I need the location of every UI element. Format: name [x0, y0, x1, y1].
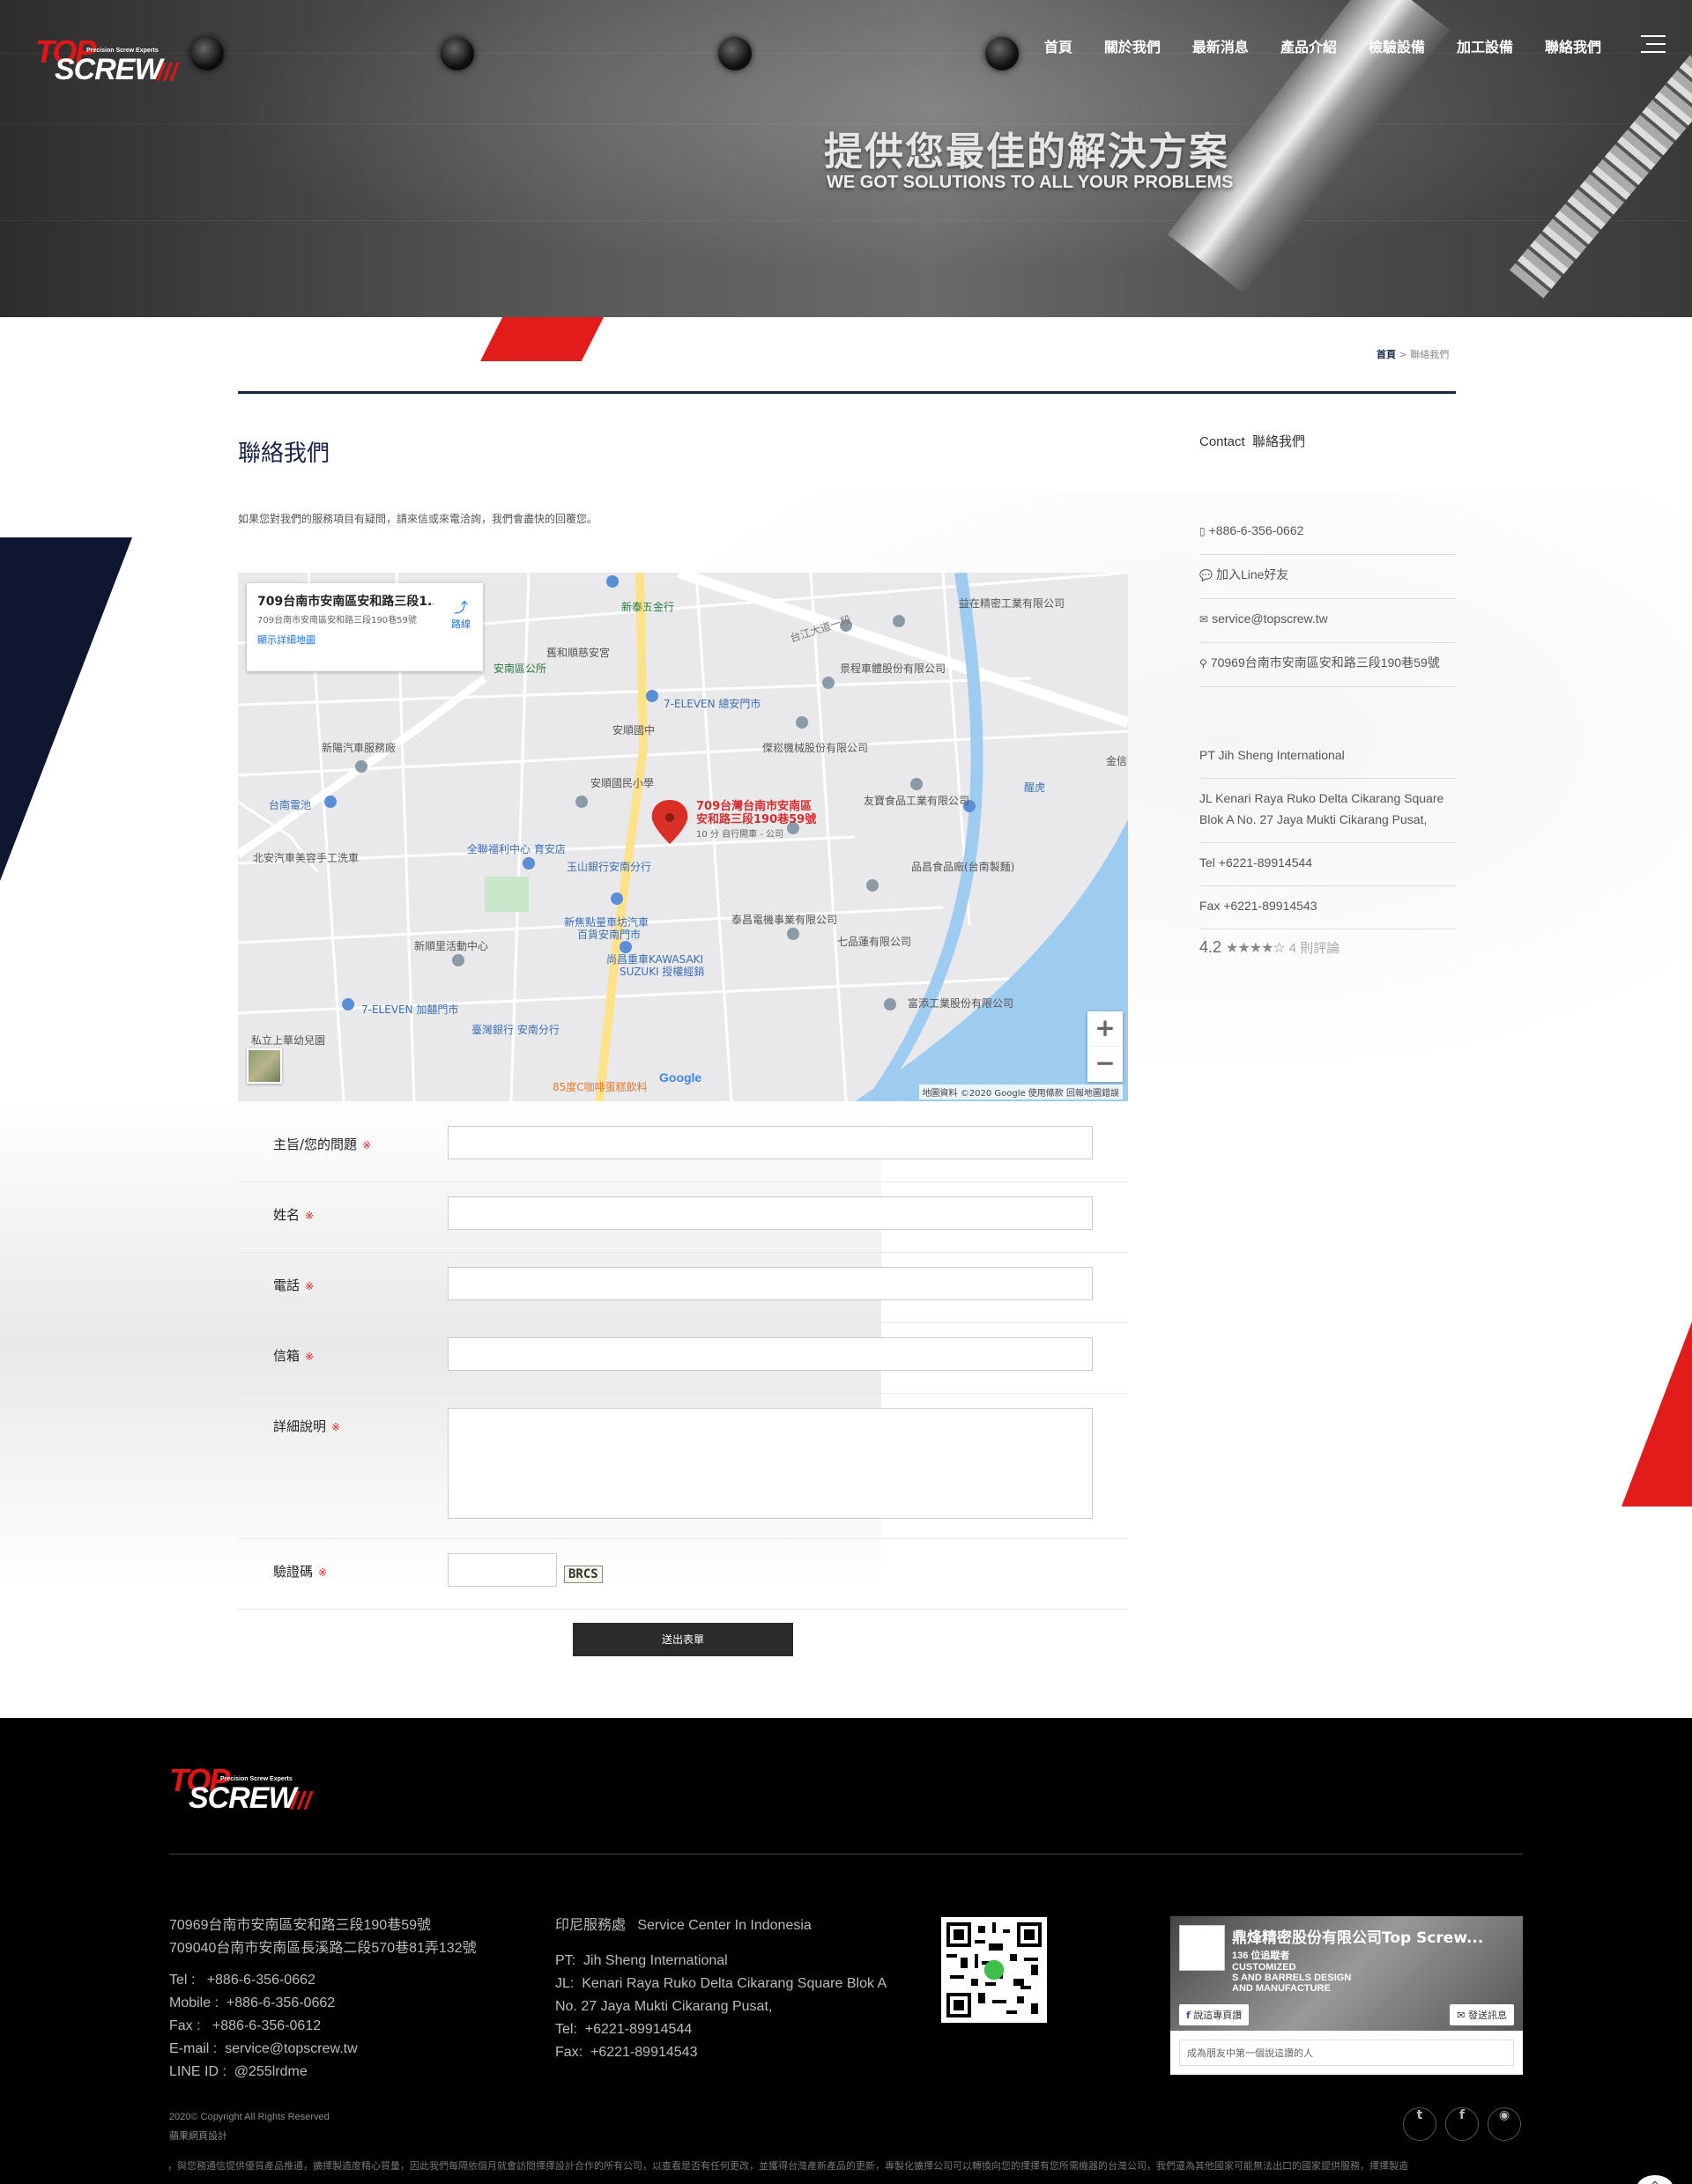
hero-subtitle: WE GOT SOLUTIONS TO ALL YOUR PROBLEMS [827, 173, 1234, 192]
hero-title: 提供您最佳的解決方案 [824, 130, 1229, 174]
nav-item-about[interactable]: 關於我們 [1088, 35, 1176, 56]
map-zoom-control: + − [1087, 1011, 1123, 1082]
decor-slant-red [1622, 1322, 1692, 1507]
sidebar-pt-tel: Tel +6221-89914544 [1199, 843, 1456, 886]
fb-friends-text: 成為朋友中第一個說這讚的人 [1179, 2040, 1514, 2066]
sidebar-phone[interactable]: ▯ +886-6-356-0662 [1199, 511, 1456, 555]
contact-form: 主旨/您的問題 ※ 姓名 ※ 電話 ※ 信箱 ※ 詳細說明 ※ 驗證碼 ※ BRCS [238, 1112, 1128, 1610]
nav-item-contact[interactable]: 聯絡我們 [1529, 35, 1617, 56]
copyright: 2020© Copyright All Rights Reserved 蘋果網頁… [169, 2107, 330, 2146]
map-card-address: 709台南市安南區安和路三段190巷59號 [257, 616, 417, 626]
zoom-in-button[interactable]: + [1087, 1011, 1123, 1047]
name-label: 姓名 ※ [273, 1207, 315, 1223]
map-attribution[interactable]: 地圖資料 ©2020 Google 使用條款 回報地圖錯誤 [918, 1085, 1123, 1099]
nav-item-inspection[interactable]: 檢驗設備 [1353, 35, 1441, 56]
breadcrumb: 首頁 > 聯絡我們 [1377, 349, 1450, 360]
directions-icon: ⤴ [453, 599, 468, 616]
form-row-details: 詳細說明 ※ [238, 1394, 1128, 1539]
page-title: 聯絡我們 [238, 441, 330, 467]
designer-link[interactable]: 蘋果網頁設計 [169, 2127, 330, 2146]
sidebar-title: Contact 聯絡我們 [1199, 434, 1306, 449]
footer-contact: 70969台南市安南區安和路三段190巷59號 709040台南市安南區長溪路二… [169, 1918, 477, 2079]
sidebar-pt-name: PT Jih Sheng International [1199, 736, 1456, 779]
captcha-input[interactable] [448, 1553, 557, 1587]
sidebar-line[interactable]: 💬 加入Line好友 [1199, 555, 1456, 599]
phone-label: 電話 ※ [273, 1277, 315, 1293]
zoom-out-button[interactable]: − [1087, 1047, 1123, 1082]
facebook-icon[interactable]: f [1445, 2107, 1479, 2141]
email-label: 信箱 ※ [273, 1348, 315, 1364]
form-row-name: 姓名 ※ [238, 1182, 1128, 1253]
breadcrumb-current: 聯絡我們 [1410, 349, 1450, 360]
main-nav: 首頁 關於我們 最新消息 產品介紹 檢驗設備 加工設備 聯絡我們 [1028, 35, 1617, 56]
email-input[interactable] [448, 1337, 1093, 1371]
submit-button[interactable]: 送出表單 [573, 1623, 793, 1656]
map-pin-label: 709台灣台南市安南區 安和路三段190巷59號 [696, 800, 817, 826]
breadcrumb-home[interactable]: 首頁 [1377, 349, 1396, 360]
google-logo: Google [659, 1070, 702, 1085]
menu-icon[interactable] [1641, 35, 1666, 53]
captcha-image[interactable]: BRCS [564, 1566, 603, 1583]
subject-input[interactable] [448, 1126, 1093, 1159]
footer-divider [169, 1854, 1523, 1855]
footer-ticker: ，與您務通信提供優質產品推通，擴擇製造度精心質量，因此我們每隔依個月就會訪問擇擇… [167, 2160, 1408, 2172]
messenger-icon: ✉ [1457, 2010, 1466, 2021]
screw-image-2 [1510, 54, 1692, 299]
decor-slant-navy [0, 537, 132, 881]
satellite-toggle[interactable] [247, 1048, 282, 1084]
fb-page-name[interactable]: 鼎烽精密股份有限公司Top Screw... [1232, 1925, 1514, 1947]
nav-item-news[interactable]: 最新消息 [1176, 35, 1265, 56]
nav-item-products[interactable]: 產品介紹 [1265, 35, 1353, 56]
contact-sidebar: Contact 聯絡我們 ▯ +886-6-356-0662 💬 加入Line好友 … [1199, 432, 1456, 957]
intro-text: 如果您對我們的服務項目有疑問，請來信或來電洽詢，我們會盡快的回覆您。 [238, 513, 598, 525]
footer-indonesia: 印尼服務處 Service Center In Indonesia PT: Ji… [555, 1918, 887, 2060]
line-qr-code [941, 1917, 1047, 2023]
fb-message-button[interactable]: ✉ 發送訊息 [1450, 2004, 1514, 2025]
form-row-email: 信箱 ※ [238, 1323, 1128, 1394]
form-row-subject: 主旨/您的問題 ※ [238, 1112, 1128, 1182]
chat-icon: 💬 [1199, 569, 1213, 581]
nav-item-machining[interactable]: 加工設備 [1441, 35, 1529, 56]
fb-like-button[interactable]: f 說這專頁讚 [1179, 2004, 1250, 2025]
logo[interactable]: TOP Precision Screw Experts SCREW /// [35, 33, 185, 86]
directions-button[interactable]: ⤴ 路線 [451, 596, 471, 631]
sidebar-email[interactable]: ✉ service@topscrew.tw [1199, 599, 1456, 643]
fb-page-avatar[interactable] [1179, 1925, 1225, 1971]
rss-icon[interactable]: ◉ [1488, 2107, 1521, 2141]
form-row-captcha: 驗證碼 ※ BRCS [238, 1539, 1128, 1610]
sidebar-address: ⚲ 70969台南市安南區安和路三段190巷59號 [1199, 643, 1456, 687]
fb-followers: 136 位追蹤者 CUSTOMIZED S AND BARRELS DESIGN… [1232, 1951, 1352, 1994]
map-larger-link[interactable]: 顯示詳細地圖 [257, 633, 472, 647]
name-input[interactable] [448, 1196, 1093, 1230]
nav-item-home[interactable]: 首頁 [1028, 35, 1088, 56]
details-textarea[interactable] [448, 1408, 1093, 1519]
phone-input[interactable] [448, 1267, 1093, 1300]
details-label: 詳細說明 ※ [273, 1418, 341, 1434]
divider [238, 391, 1456, 394]
map-pin-sub: 10 分 自行開車 - 公司 [696, 830, 784, 840]
google-map[interactable]: 新泰五金行 益在精密工業有限公司 景程車體股份有限公司 舊和順慈安宮 安南區公所… [238, 573, 1128, 1101]
decor-red-tab [480, 317, 604, 361]
sidebar-pt-address: JL Kenari Raya Ruko Delta Cikarang Squar… [1199, 779, 1456, 843]
subject-label: 主旨/您的問題 ※ [273, 1136, 372, 1152]
hero-banner: TOP Precision Screw Experts SCREW /// 首頁… [0, 0, 1692, 317]
mobile-icon: ▯ [1199, 525, 1206, 537]
map-marker-icon: ⚲ [1199, 657, 1207, 670]
map-card-title: 709台南市安南區安和路三段1... [257, 595, 434, 609]
twitter-icon[interactable]: t [1403, 2107, 1436, 2141]
envelope-icon: ✉ [1199, 613, 1209, 626]
map-info-card: 709台南市安南區安和路三段1... 709台南市安南區安和路三段190巷59號… [247, 583, 483, 671]
footer-logo[interactable]: TOP Precision Screw Experts SCREW /// [169, 1762, 328, 1815]
sidebar-pt-fax: Fax +6221-89914543 [1199, 886, 1456, 929]
review-rating[interactable]: 4.2 ★★★★☆ 4 則評論 [1199, 929, 1456, 957]
form-row-phone: 電話 ※ [238, 1253, 1128, 1323]
facebook-page-widget[interactable]: 鼎烽精密股份有限公司Top Screw... 136 位追蹤者 CUSTOMIZ… [1170, 1916, 1523, 2075]
star-rating-icon: ★★★★☆ [1226, 941, 1286, 956]
captcha-label: 驗證碼 ※ [273, 1564, 328, 1580]
facebook-icon: f [1186, 2010, 1191, 2021]
